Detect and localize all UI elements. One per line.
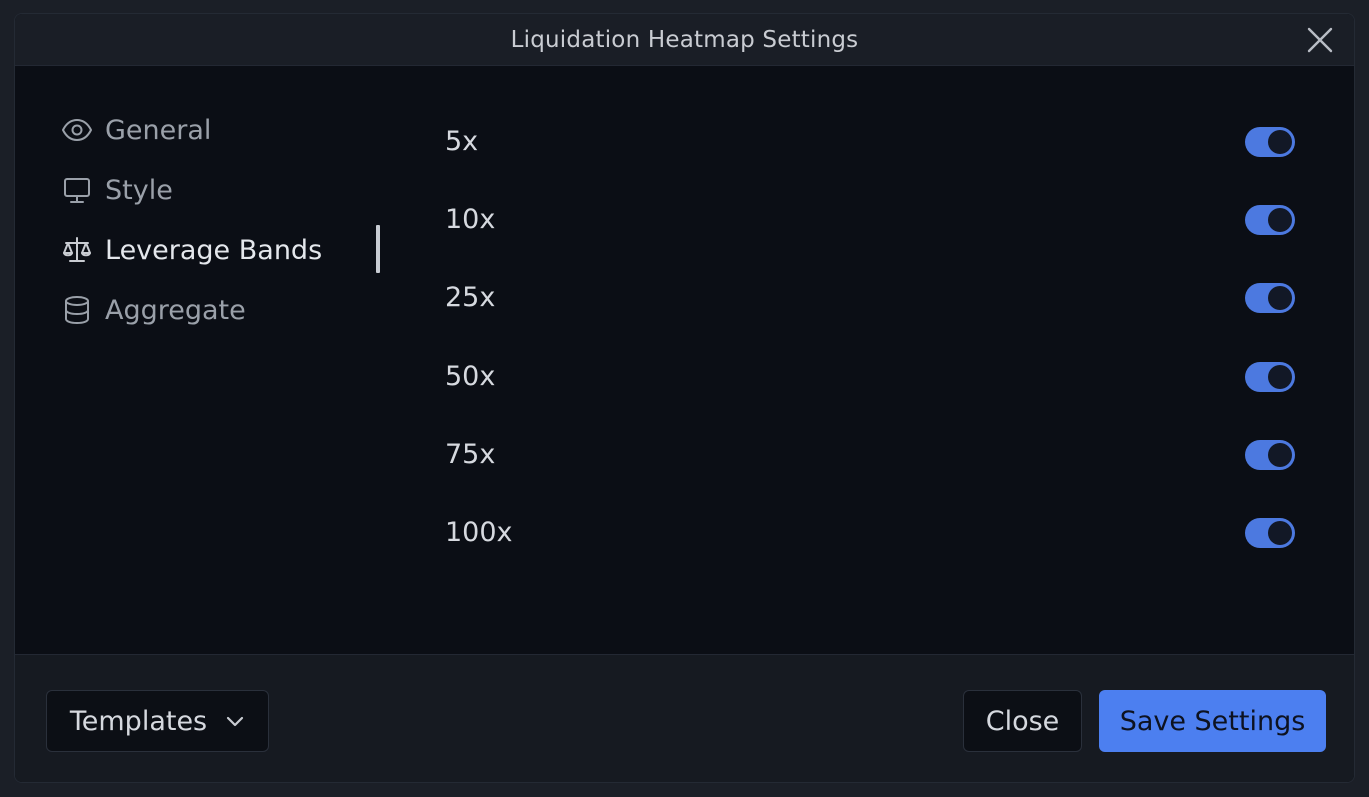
- band-row-75x: 75x: [445, 435, 1295, 475]
- settings-sidebar: General Style Leverage Bands Aggregate: [15, 66, 381, 656]
- settings-dialog: Liquidation Heatmap Settings General Sty…: [14, 13, 1355, 783]
- eye-icon: [61, 114, 93, 146]
- templates-label: Templates: [69, 705, 208, 737]
- band-label: 100x: [445, 517, 513, 548]
- band-row-10x: 10x: [445, 200, 1295, 240]
- band-row-5x: 5x: [445, 122, 1295, 162]
- close-icon[interactable]: [1306, 26, 1334, 54]
- dialog-title: Liquidation Heatmap Settings: [510, 27, 859, 53]
- toggle-knob: [1268, 130, 1292, 154]
- toggle-knob: [1268, 365, 1292, 389]
- leverage-bands-panel: 5x 10x 25x 50x 75x 100x: [381, 66, 1354, 656]
- active-indicator: [376, 225, 380, 273]
- sidebar-item-label: General: [105, 114, 212, 146]
- band-toggle-25x[interactable]: [1245, 283, 1295, 313]
- sidebar-item-leverage-bands[interactable]: Leverage Bands: [61, 230, 322, 270]
- sidebar-item-label: Aggregate: [105, 294, 246, 326]
- dialog-footer: Templates Close Save Settings: [15, 654, 1354, 782]
- toggle-knob: [1268, 521, 1292, 545]
- sidebar-item-style[interactable]: Style: [61, 170, 173, 210]
- dialog-titlebar: Liquidation Heatmap Settings: [15, 14, 1354, 66]
- monitor-icon: [61, 174, 93, 206]
- band-label: 25x: [445, 282, 496, 313]
- band-toggle-50x[interactable]: [1245, 362, 1295, 392]
- band-row-25x: 25x: [445, 278, 1295, 318]
- sidebar-item-label: Leverage Bands: [105, 234, 323, 266]
- band-label: 50x: [445, 361, 496, 392]
- band-row-50x: 50x: [445, 357, 1295, 397]
- templates-dropdown-button[interactable]: Templates: [46, 690, 269, 752]
- band-toggle-5x[interactable]: [1245, 127, 1295, 157]
- scale-icon: [61, 234, 93, 266]
- sidebar-item-aggregate[interactable]: Aggregate: [61, 290, 246, 330]
- toggle-knob: [1268, 208, 1292, 232]
- band-label: 5x: [445, 126, 479, 157]
- toggle-knob: [1268, 286, 1292, 310]
- sidebar-item-label: Style: [105, 174, 173, 206]
- band-toggle-100x[interactable]: [1245, 518, 1295, 548]
- sidebar-item-general[interactable]: General: [61, 110, 211, 150]
- band-row-100x: 100x: [445, 513, 1295, 553]
- band-label: 10x: [445, 204, 496, 235]
- band-toggle-75x[interactable]: [1245, 440, 1295, 470]
- database-icon: [61, 294, 93, 326]
- chevron-down-icon: [225, 714, 245, 728]
- band-toggle-10x[interactable]: [1245, 205, 1295, 235]
- toggle-knob: [1268, 443, 1292, 467]
- band-label: 75x: [445, 439, 496, 470]
- close-button[interactable]: Close: [963, 690, 1082, 752]
- save-settings-button[interactable]: Save Settings: [1099, 690, 1326, 752]
